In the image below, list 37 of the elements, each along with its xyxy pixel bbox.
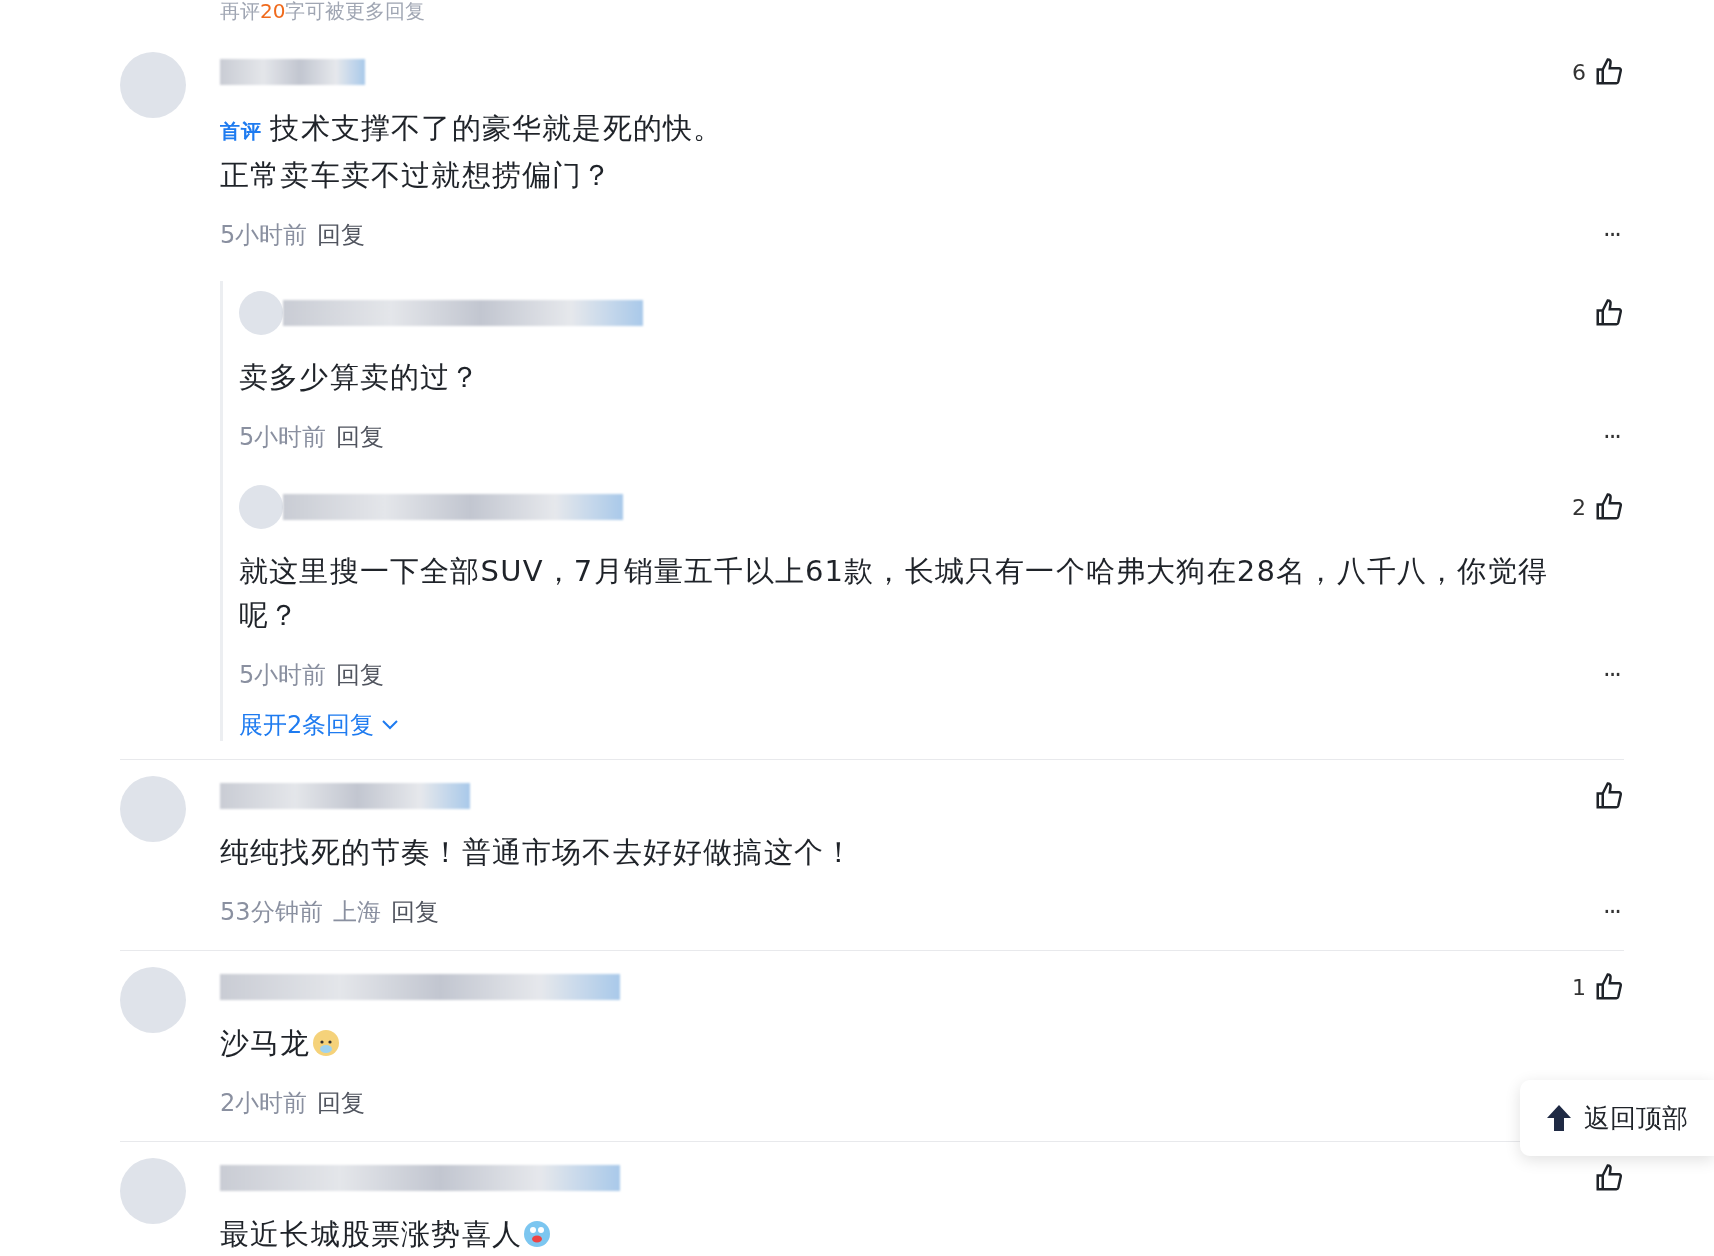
reply-link[interactable]: 回复 (336, 659, 385, 691)
more-options-icon[interactable]: ··· (1603, 898, 1624, 926)
thumbs-up-icon[interactable] (1594, 972, 1624, 1002)
like-count: 1 (1572, 974, 1586, 1000)
comment-text: 卖多少算卖的过？ (239, 359, 482, 396)
thumbs-up-icon[interactable] (1594, 1163, 1624, 1193)
reply-link[interactable]: 回复 (336, 421, 385, 453)
comment-text: 首评 技术支撑不了的豪华就是死的快。 (220, 110, 725, 147)
thumbs-up-icon[interactable] (1594, 57, 1624, 87)
comment-time: 5小时前 (239, 422, 327, 453)
reply-link[interactable]: 回复 (390, 896, 439, 928)
like-count: 2 (1572, 494, 1586, 520)
comment-time: 5小时前 (239, 660, 327, 691)
chevron-down-icon (382, 720, 399, 730)
comment-text: 正常卖车卖不过就想捞偏门？ (220, 157, 614, 194)
comment-text: 沙马龙 (220, 1021, 1560, 1065)
thumbs-up-icon[interactable] (1594, 298, 1624, 328)
arrow-up-icon (1546, 1104, 1572, 1132)
thumbs-up-icon[interactable] (1594, 781, 1624, 811)
more-options-icon[interactable]: ··· (1603, 221, 1624, 249)
comment-location: 上海 (332, 897, 381, 928)
reply-link[interactable]: 回复 (317, 219, 366, 251)
reply-hint: 再评20字可被更多回复 (220, 0, 427, 22)
comment-time: 5小时前 (220, 220, 308, 251)
comment-text: 最近长城股票涨势喜人 (220, 1212, 1560, 1256)
comment-text: 就这里搜一下全部SUV，7月销量五千以上61款，长城只有一个哈弗大狗在28名，八千八，你觉得呢？ (239, 553, 1549, 634)
back-to-top-button[interactable]: 返回顶部 (1520, 1080, 1714, 1156)
first-comment-label: 首评 (220, 119, 263, 143)
expand-replies-link[interactable]: 展开2条回复 (239, 709, 1624, 741)
comment-time: 53分钟前 (220, 897, 323, 928)
like-count: 6 (1572, 59, 1586, 85)
comment-time: 2小时前 (220, 1088, 308, 1119)
comment-text: 纯纯找死的节奏！普通市场不去好好做搞这个！ (220, 834, 856, 871)
thumbs-up-icon[interactable] (1594, 492, 1624, 522)
more-options-icon[interactable]: ··· (1603, 423, 1624, 451)
more-options-icon[interactable]: ··· (1603, 661, 1624, 689)
reply-link[interactable]: 回复 (317, 1087, 366, 1119)
